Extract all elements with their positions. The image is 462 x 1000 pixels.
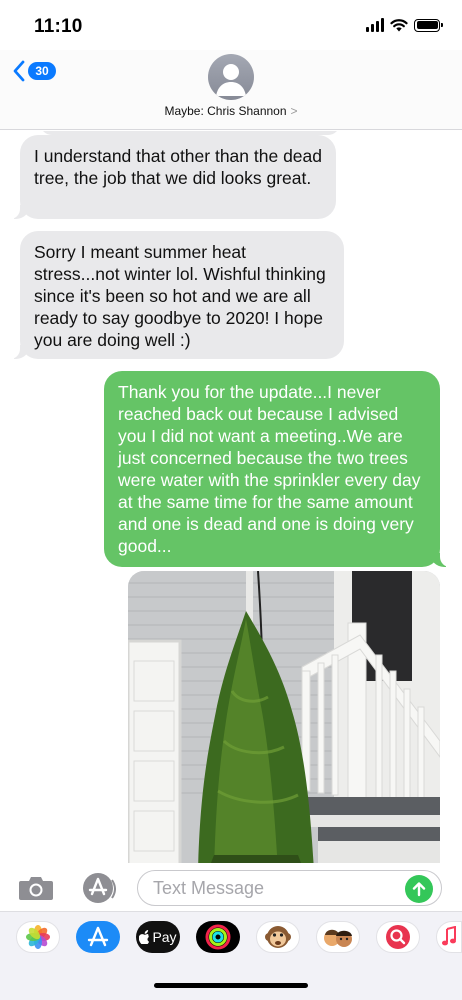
apple-pay-label: Pay bbox=[152, 929, 177, 945]
outgoing-message-bubble[interactable]: Thank you for the update...I never reach… bbox=[104, 371, 450, 567]
memoji-faces-icon bbox=[324, 929, 352, 947]
arborvitae-tree-photo bbox=[128, 571, 440, 863]
app-store-icon bbox=[83, 873, 116, 903]
person-silhouette-icon bbox=[216, 64, 246, 96]
app-store-a-icon bbox=[87, 926, 109, 947]
message-text: Sorry I meant summer heat stress...not w… bbox=[34, 242, 326, 350]
animoji-app-icon[interactable] bbox=[256, 921, 300, 953]
photo-attachment[interactable] bbox=[128, 571, 440, 863]
photos-flower-icon bbox=[26, 925, 50, 949]
wifi-icon bbox=[390, 19, 408, 32]
back-button[interactable]: 30 bbox=[12, 60, 56, 82]
monkey-face-icon bbox=[265, 926, 291, 948]
contact-avatar[interactable] bbox=[208, 54, 254, 100]
web-search-app-icon[interactable] bbox=[376, 921, 420, 953]
apple-pay-app-icon[interactable]: Pay bbox=[136, 921, 180, 953]
message-text: Thank you for the update...I never reach… bbox=[118, 382, 421, 556]
chevron-right-icon: > bbox=[290, 104, 298, 118]
search-icon bbox=[386, 925, 410, 949]
message-input[interactable] bbox=[137, 870, 442, 906]
conversation-header: 30 Maybe: Chris Shannon > bbox=[0, 50, 462, 130]
photos-app-icon[interactable] bbox=[16, 921, 60, 953]
music-app-icon[interactable] bbox=[436, 921, 462, 953]
contact-name-label: Maybe: Chris Shannon bbox=[164, 104, 287, 118]
activity-rings-icon bbox=[205, 924, 231, 950]
app-store-app-icon[interactable] bbox=[76, 921, 120, 953]
status-bar: 11:10 bbox=[0, 0, 462, 50]
status-icons bbox=[366, 18, 443, 32]
camera-button[interactable] bbox=[18, 875, 54, 901]
contact-name[interactable]: Maybe: Chris Shannon > bbox=[0, 104, 462, 118]
arrow-up-icon bbox=[412, 882, 426, 897]
battery-icon bbox=[414, 18, 443, 32]
camera-icon bbox=[19, 877, 53, 900]
apple-logo-icon bbox=[139, 930, 150, 944]
message-thread[interactable]: I understand that other than the dead tr… bbox=[0, 131, 462, 863]
cellular-signal-icon bbox=[366, 18, 384, 32]
chevron-left-icon bbox=[13, 60, 25, 82]
music-note-icon bbox=[442, 926, 456, 946]
unread-count-badge: 30 bbox=[28, 62, 56, 80]
incoming-message-bubble[interactable]: I understand that other than the dead tr… bbox=[10, 135, 336, 219]
app-store-drawer-button[interactable] bbox=[82, 872, 116, 904]
message-text: I understand that other than the dead tr… bbox=[34, 146, 322, 188]
send-button[interactable] bbox=[405, 875, 433, 903]
memoji-app-icon[interactable] bbox=[316, 921, 360, 953]
compose-bar bbox=[0, 863, 462, 911]
home-indicator[interactable] bbox=[154, 983, 308, 988]
incoming-message-bubble[interactable]: Sorry I meant summer heat stress...not w… bbox=[10, 231, 344, 359]
status-time: 11:10 bbox=[34, 16, 83, 37]
fitness-activity-app-icon[interactable] bbox=[196, 921, 240, 953]
